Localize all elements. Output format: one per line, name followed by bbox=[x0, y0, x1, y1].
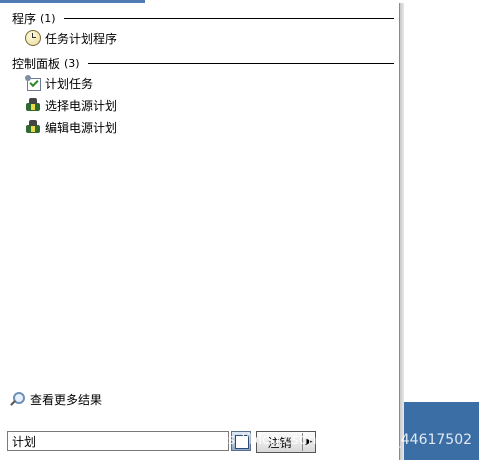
search-button[interactable] bbox=[231, 431, 251, 451]
section-count: (1) bbox=[40, 11, 56, 25]
logoff-button[interactable]: 注销 ▶ bbox=[256, 431, 316, 453]
result-item-label: 计划任务 bbox=[45, 76, 94, 91]
section-control-panel: 控制面板 (3) 计划任务 选择电源计划 编辑电源计划 bbox=[0, 54, 400, 138]
clock-icon bbox=[25, 30, 41, 46]
logoff-options-arrow[interactable]: ▶ bbox=[303, 432, 315, 452]
power-plan-icon bbox=[25, 119, 41, 135]
search-icon bbox=[10, 392, 25, 406]
section-programs: 程序 (1) 任务计划程序 bbox=[0, 9, 400, 49]
section-divider bbox=[63, 17, 394, 19]
section-header-programs: 程序 (1) bbox=[0, 9, 400, 27]
monitor-icon bbox=[235, 435, 249, 449]
section-header-control-panel: 控制面板 (3) bbox=[0, 54, 400, 72]
section-count: (3) bbox=[64, 56, 80, 70]
section-divider bbox=[87, 62, 394, 64]
menu-shadow bbox=[400, 3, 404, 460]
result-item-task-scheduler[interactable]: 任务计划程序 bbox=[0, 27, 400, 49]
see-more-results-link[interactable]: 查看更多结果 bbox=[10, 389, 102, 409]
result-item-label: 任务计划程序 bbox=[45, 31, 118, 46]
search-input[interactable] bbox=[7, 431, 229, 451]
result-item-scheduled-tasks[interactable]: 计划任务 bbox=[0, 72, 400, 94]
logoff-label: 注销 bbox=[267, 435, 292, 450]
taskbar bbox=[404, 402, 479, 460]
section-title: 控制面板 bbox=[12, 56, 61, 71]
power-plan-icon bbox=[25, 97, 41, 113]
result-item-label: 编辑电源计划 bbox=[45, 120, 118, 135]
result-item-choose-power-plan[interactable]: 选择电源计划 bbox=[0, 94, 400, 116]
result-item-edit-power-plan[interactable]: 编辑电源计划 bbox=[0, 116, 400, 138]
result-item-label: 选择电源计划 bbox=[45, 98, 118, 113]
scheduled-task-icon bbox=[25, 75, 41, 91]
see-more-label: 查看更多结果 bbox=[30, 392, 103, 407]
section-title: 程序 bbox=[12, 11, 37, 26]
start-menu: 程序 (1) 任务计划程序 控制面板 (3) 计划任务 选择电源计划 编辑电源计… bbox=[0, 3, 400, 460]
